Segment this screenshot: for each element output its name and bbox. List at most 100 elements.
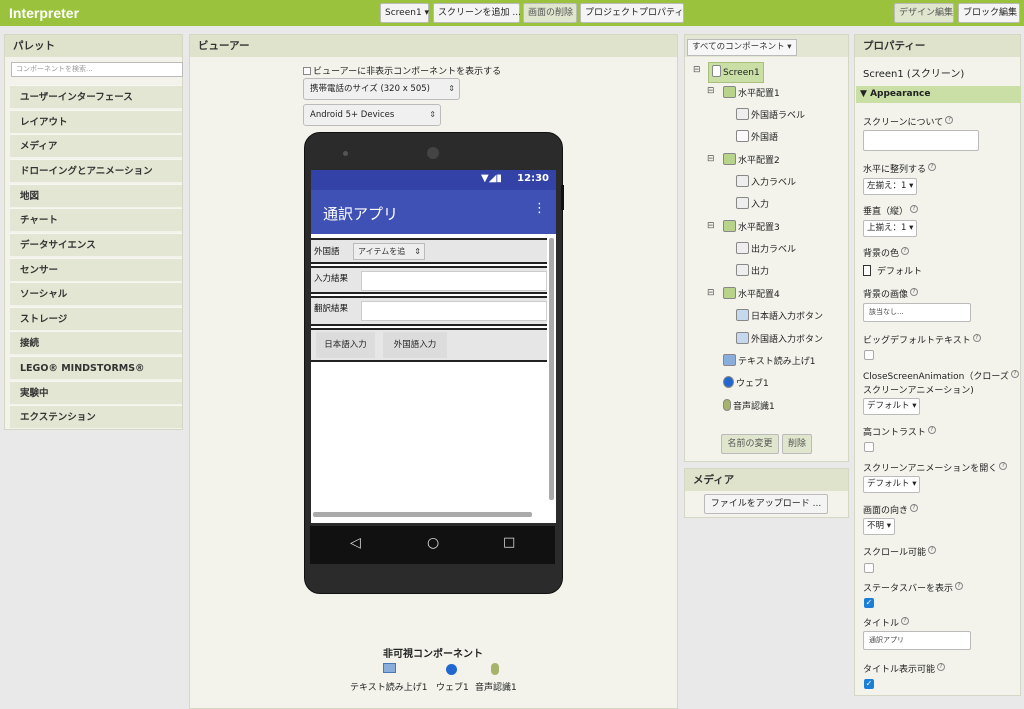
show-hidden-components[interactable]: ビューアーに非表示コンポーネントを表示する [303, 64, 501, 77]
input-textbox[interactable] [361, 271, 547, 291]
tree-node-web[interactable]: ウェブ1 [723, 376, 769, 391]
palette-category-extensions[interactable]: エクステンション [10, 405, 182, 428]
orientation-dropdown[interactable]: 不明 ▾ [863, 518, 895, 535]
palette-category-sensors[interactable]: センサー [10, 258, 182, 281]
upload-file-button[interactable]: ファイルをアップロード ... [704, 494, 828, 514]
screen-select[interactable]: Screen1 ▾ [380, 3, 429, 23]
language-spinner[interactable]: アイテムを追 ⇕ [353, 243, 425, 260]
help-icon[interactable]: ? [910, 205, 919, 213]
help-icon[interactable]: ? [972, 334, 981, 342]
palette-category-layout[interactable]: レイアウト [10, 110, 182, 133]
scrollable-checkbox[interactable] [864, 563, 874, 573]
tree-node-screen1[interactable]: Screen1 [708, 62, 764, 83]
collapse-icon[interactable]: ⊟ [707, 288, 715, 298]
tree-node-h4-button2[interactable]: 外国語入力ボタン [736, 332, 823, 347]
output-textbox[interactable] [361, 301, 547, 321]
design-edit-button[interactable]: デザイン編集 [894, 3, 954, 23]
tree-node-tts[interactable]: テキスト読み上げ1 [723, 354, 815, 369]
tree-node-h2-label[interactable]: 入力ラベル [736, 175, 796, 190]
horizontal-arrangement-1[interactable]: 外国語 アイテムを追 ⇕ [311, 238, 547, 264]
status-time: 12:30 [517, 173, 549, 184]
palette-category-media[interactable]: メディア [10, 134, 182, 157]
device-size-select[interactable]: 携帯電話のサイズ (320 x 505) ⇕ [303, 78, 460, 100]
component-search-input[interactable]: コンポーネントを検索... [11, 62, 183, 77]
collapse-icon[interactable]: ⊟ [707, 86, 715, 96]
media-title: メディア [685, 469, 848, 491]
horizontal-scrollbar[interactable] [313, 512, 532, 517]
palette-category-connectivity[interactable]: 接続 [10, 331, 182, 354]
vertical-scrollbar[interactable] [549, 238, 554, 500]
components-filter-dropdown[interactable]: すべてのコンポーネント ▾ [687, 39, 797, 56]
appearance-section-header[interactable]: ▼ Appearance [856, 86, 1021, 103]
palette-category-social[interactable]: ソーシャル [10, 282, 182, 305]
delete-screen-button[interactable]: 画面の削除 [523, 3, 577, 23]
close-animation-dropdown[interactable]: デフォルト ▾ [863, 398, 921, 415]
palette-category-charts[interactable]: チャート [10, 208, 182, 231]
tree-node-h1-label[interactable]: 外国語ラベル [736, 108, 805, 123]
palette-category-storage[interactable]: ストレージ [10, 307, 182, 330]
align-horizontal-dropdown[interactable]: 左揃え：1 ▾ [863, 178, 918, 195]
collapse-icon[interactable]: ⊟ [707, 221, 715, 231]
palette-category-data-science[interactable]: データサイエンス [10, 233, 182, 256]
prop-title-visible-label: タイトル表示可能 [863, 665, 936, 675]
tree-node-label: 外国語 [751, 133, 779, 143]
title-input[interactable]: 通訳アプリ [863, 631, 971, 650]
help-icon[interactable]: ? [910, 504, 919, 512]
tree-node-h4-button1[interactable]: 日本語入力ボタン [736, 309, 823, 324]
help-icon[interactable]: ? [945, 116, 954, 124]
open-animation-dropdown[interactable]: デフォルト ▾ [863, 476, 921, 493]
web-icon [723, 376, 734, 388]
help-icon[interactable]: ? [901, 247, 910, 255]
rename-button[interactable]: 名前の変更 [721, 434, 779, 454]
project-properties-button[interactable]: プロジェクトプロパティ [580, 3, 684, 23]
title-visible-checkbox[interactable]: ✓ [864, 679, 874, 689]
prop-status-bar: ステータスバーを表示? [863, 581, 964, 594]
help-icon[interactable]: ? [910, 288, 919, 296]
tree-node-h2-textbox[interactable]: 入力 [736, 197, 769, 212]
tree-node-h2[interactable]: 水平配置2 [723, 153, 780, 168]
tree-node-speech[interactable]: 音声認識1 [723, 399, 775, 414]
horizontal-arrangement-2[interactable]: 入力結果 [311, 266, 547, 294]
high-contrast-checkbox[interactable] [864, 442, 874, 452]
delete-button[interactable]: 削除 [782, 434, 812, 454]
horizontal-arrangement-3[interactable]: 翻訳結果 [311, 296, 547, 326]
appearance-section-label: Appearance [870, 89, 931, 99]
help-icon[interactable]: ? [928, 546, 937, 554]
align-vertical-dropdown[interactable]: 上揃え：1 ▾ [863, 220, 918, 237]
foreign-input-button[interactable]: 外国語入力 [383, 332, 447, 358]
block-edit-button[interactable]: ブロック編集 [958, 3, 1020, 23]
bg-image-picker[interactable]: 該当なし... [863, 303, 971, 322]
arrangement-icon [723, 86, 736, 98]
palette-category-user-interface[interactable]: ユーザーインターフェース [10, 85, 182, 108]
help-icon[interactable]: ? [999, 462, 1008, 470]
help-icon[interactable]: ? [937, 663, 946, 671]
status-bar-checkbox[interactable]: ✓ [864, 598, 874, 608]
palette-category-maps[interactable]: 地図 [10, 184, 182, 207]
show-hidden-checkbox[interactable] [303, 67, 311, 75]
tree-node-h3[interactable]: 水平配置3 [723, 220, 780, 235]
palette-category-lego[interactable]: LEGO® MINDSTORMS® [10, 356, 182, 379]
horizontal-arrangement-4[interactable]: 日本語入力 外国語入力 [311, 328, 547, 362]
about-screen-textarea[interactable] [863, 130, 979, 151]
tree-node-h1-spinner[interactable]: 外国語 [736, 130, 778, 145]
tree-node-h3-label[interactable]: 出力ラベル [736, 242, 796, 257]
help-icon[interactable]: ? [928, 163, 937, 171]
help-icon[interactable]: ? [927, 426, 936, 434]
palette-category-drawing-animation[interactable]: ドローイングとアニメーション [10, 159, 182, 182]
tree-node-h3-textbox[interactable]: 出力 [736, 264, 769, 279]
collapse-icon[interactable]: ⊟ [693, 65, 701, 75]
tree-node-h4[interactable]: 水平配置4 [723, 287, 780, 302]
palette-category-experimental[interactable]: 実験中 [10, 381, 182, 404]
tree-node-h1[interactable]: 水平配置1 [723, 86, 780, 101]
add-screen-button[interactable]: スクリーンを追加 ... [433, 3, 521, 23]
help-icon[interactable]: ? [1010, 370, 1019, 378]
android-version-select[interactable]: Android 5+ Devices ⇕ [303, 104, 441, 126]
bg-color-picker[interactable]: デフォルト [863, 264, 922, 277]
help-icon[interactable]: ? [901, 617, 910, 625]
japanese-input-button[interactable]: 日本語入力 [316, 332, 375, 358]
big-text-checkbox[interactable] [864, 350, 874, 360]
label-icon [736, 175, 749, 187]
help-icon[interactable]: ? [955, 582, 964, 590]
label-icon [736, 108, 749, 120]
collapse-icon[interactable]: ⊟ [707, 154, 715, 164]
